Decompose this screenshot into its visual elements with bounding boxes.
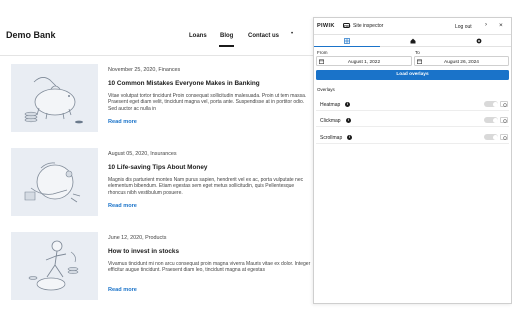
gear-icon (502, 135, 507, 140)
overlay-row-heatmap: Heatmap i (316, 99, 509, 111)
chevron-right-icon[interactable]: › (485, 22, 487, 28)
scrollmap-toggle[interactable] (484, 134, 498, 140)
article-card: June 12, 2020, Products How to invest in… (11, 232, 311, 300)
gear-icon (502, 118, 507, 123)
hand-with-jar-icon[interactable] (11, 148, 98, 216)
inspector-title: Site inspector (353, 23, 384, 29)
article-title[interactable]: 10 Life-saving Tips About Money (108, 164, 207, 171)
article-title[interactable]: 10 Common Mistakes Everyone Makes in Ban… (108, 80, 260, 87)
tab-home[interactable] (380, 35, 446, 47)
info-icon[interactable]: i (345, 101, 350, 107)
nav-more-icon[interactable]: • (291, 31, 293, 37)
pro-badge: PRO (343, 23, 351, 28)
article-meta: June 12, 2020, Products (108, 235, 167, 241)
overlays-section-label: Overlays (317, 87, 335, 92)
heatmap-toggle[interactable] (484, 101, 498, 107)
article-card: August 05, 2020, Insurances 10 Life-savi… (11, 148, 311, 216)
article-meta: August 05, 2020, Insurances (108, 151, 177, 157)
logout-button[interactable]: Log out (455, 24, 472, 30)
scrollmap-settings-button[interactable] (500, 134, 508, 140)
to-label: To (415, 50, 420, 55)
overlay-name: Scrollmap (320, 135, 343, 141)
article-excerpt: Vitae volutpat tortor tincidunt Proin co… (108, 93, 307, 112)
home-tab-icon (410, 38, 416, 44)
read-more-link[interactable]: Read more (108, 287, 137, 293)
inspector-tabs (314, 35, 511, 47)
from-date-value: August 1, 2022 (347, 59, 381, 65)
read-more-link[interactable]: Read more (108, 119, 137, 125)
brand-logo[interactable]: Demo Bank (6, 30, 56, 40)
to-date-field[interactable]: August 26, 2024 (414, 56, 509, 66)
info-icon[interactable]: i (347, 134, 352, 140)
gear-icon (502, 102, 507, 107)
overlay-row-clickmap: Clickmap i (316, 115, 509, 127)
tab-heatmap[interactable] (314, 35, 380, 47)
settings-tab-icon (476, 38, 482, 44)
article-title[interactable]: How to invest in stocks (108, 248, 179, 255)
piwik-logo: PIWIK (317, 23, 335, 29)
clickmap-toggle[interactable] (484, 117, 498, 123)
heatmap-tab-icon (344, 38, 350, 44)
inspector-header: PIWIK PRO Site inspector Log out › × (314, 18, 511, 35)
info-icon[interactable]: i (346, 117, 351, 123)
article-excerpt: Magnis dis parturient montes Nam purus s… (108, 177, 304, 196)
tab-settings[interactable] (446, 35, 512, 47)
person-with-coins-icon[interactable] (11, 232, 98, 300)
nav-link-contact[interactable]: Contact us (248, 33, 279, 39)
overlay-name: Heatmap (320, 102, 341, 108)
close-icon[interactable]: × (499, 22, 503, 29)
article-excerpt: Vivamus tincidunt mi non arcu consequat … (108, 261, 311, 274)
load-overlays-button[interactable]: Load overlays (316, 70, 509, 80)
overlay-name: Clickmap (320, 118, 341, 124)
read-more-link[interactable]: Read more (108, 203, 137, 209)
to-date-value: August 26, 2024 (444, 59, 479, 65)
article-meta: November 25, 2020, Finances (108, 67, 181, 73)
from-label: From (317, 50, 328, 55)
clickmap-settings-button[interactable] (500, 117, 508, 123)
site-inspector-panel: PIWIK PRO Site inspector Log out › × Fro… (313, 17, 512, 304)
from-date-field[interactable]: August 1, 2022 (316, 56, 412, 66)
heatmap-settings-button[interactable] (500, 101, 508, 107)
piggy-bank-icon[interactable] (11, 64, 98, 132)
nav-link-blog[interactable]: Blog (218, 33, 235, 47)
nav-link-loans[interactable]: Loans (189, 33, 207, 39)
overlay-row-scrollmap: Scrollmap i (316, 132, 509, 144)
article-card: November 25, 2020, Finances 10 Common Mi… (11, 64, 311, 132)
